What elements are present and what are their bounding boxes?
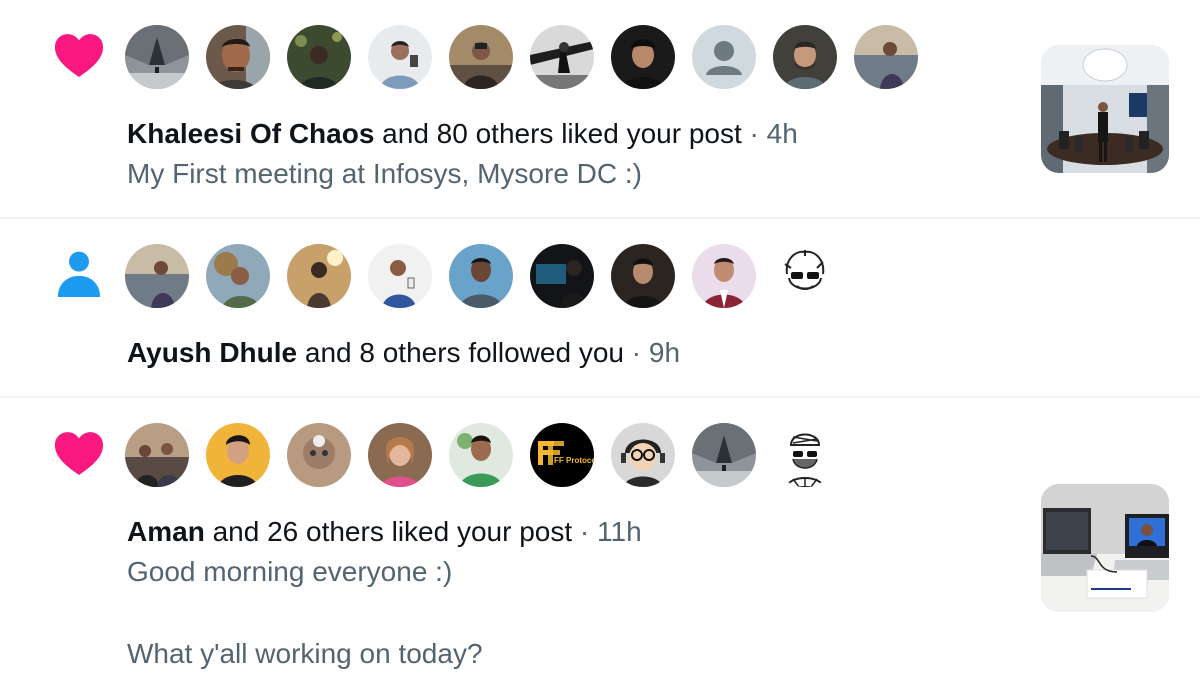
post-snippet: Good morning everyone :): [127, 556, 453, 587]
avatar[interactable]: [125, 244, 189, 308]
avatar-row: FF Protoco: [125, 423, 837, 487]
avatar[interactable]: [611, 423, 675, 487]
avatar[interactable]: [449, 25, 513, 89]
timestamp: · 9h: [623, 337, 681, 368]
notification-text: Aman and 26 others liked your post · 11h: [127, 512, 642, 552]
post-thumbnail[interactable]: [1041, 45, 1169, 173]
avatar[interactable]: [611, 25, 675, 89]
logo-text: FF Protoco: [554, 456, 594, 465]
actor-name[interactable]: Ayush Dhule: [127, 337, 297, 368]
post-snippet: My First meeting at Infosys, Mysore DC :…: [127, 158, 642, 189]
avatar[interactable]: [368, 25, 432, 89]
avatar[interactable]: [206, 423, 270, 487]
avatar[interactable]: [692, 244, 756, 308]
post-snippet: What y'all working on today?: [127, 638, 483, 669]
person-icon: [52, 247, 106, 301]
avatar[interactable]: [368, 244, 432, 308]
avatar[interactable]: [368, 423, 432, 487]
action-text: and 8 others followed you: [297, 337, 624, 368]
avatar[interactable]: [206, 244, 270, 308]
avatar[interactable]: [206, 25, 270, 89]
avatar[interactable]: [692, 423, 756, 487]
action-text: and 80 others liked your post: [374, 118, 742, 149]
avatar[interactable]: [125, 25, 189, 89]
avatar[interactable]: [611, 244, 675, 308]
actor-name[interactable]: Aman: [127, 516, 205, 547]
avatar[interactable]: [125, 423, 189, 487]
heart-icon: [52, 28, 106, 82]
post-thumbnail[interactable]: [1041, 484, 1169, 612]
avatar[interactable]: [773, 25, 837, 89]
heart-icon: [52, 426, 106, 480]
notification-like-1[interactable]: Khaleesi Of Chaos and 80 others liked yo…: [0, 0, 1200, 219]
default-avatar[interactable]: [692, 25, 756, 89]
avatar[interactable]: [287, 423, 351, 487]
notification-text: Khaleesi Of Chaos and 80 others liked yo…: [127, 114, 798, 154]
notification-text: Ayush Dhule and 8 others followed you · …: [127, 333, 680, 373]
ff-protocol-logo[interactable]: FF Protoco: [530, 423, 594, 487]
avatar[interactable]: [530, 25, 594, 89]
action-text: and 26 others liked your post: [204, 516, 573, 547]
avatar-row: [125, 25, 918, 89]
avatar[interactable]: [449, 244, 513, 308]
avatar[interactable]: [287, 244, 351, 308]
timestamp: · 11h: [572, 516, 642, 547]
avatar[interactable]: [287, 25, 351, 89]
avatar[interactable]: [854, 25, 918, 89]
avatar-row: [125, 244, 837, 308]
cartoon-avatar[interactable]: [773, 423, 837, 487]
timestamp: · 4h: [741, 118, 798, 149]
avatar[interactable]: [530, 244, 594, 308]
avatar[interactable]: [449, 423, 513, 487]
cartoon-avatar[interactable]: [773, 244, 837, 308]
notification-follow[interactable]: Ayush Dhule and 8 others followed you · …: [0, 219, 1200, 398]
actor-name[interactable]: Khaleesi Of Chaos: [127, 118, 374, 149]
notification-like-2[interactable]: FF Protoco Aman and 26 others liked your…: [0, 398, 1200, 699]
